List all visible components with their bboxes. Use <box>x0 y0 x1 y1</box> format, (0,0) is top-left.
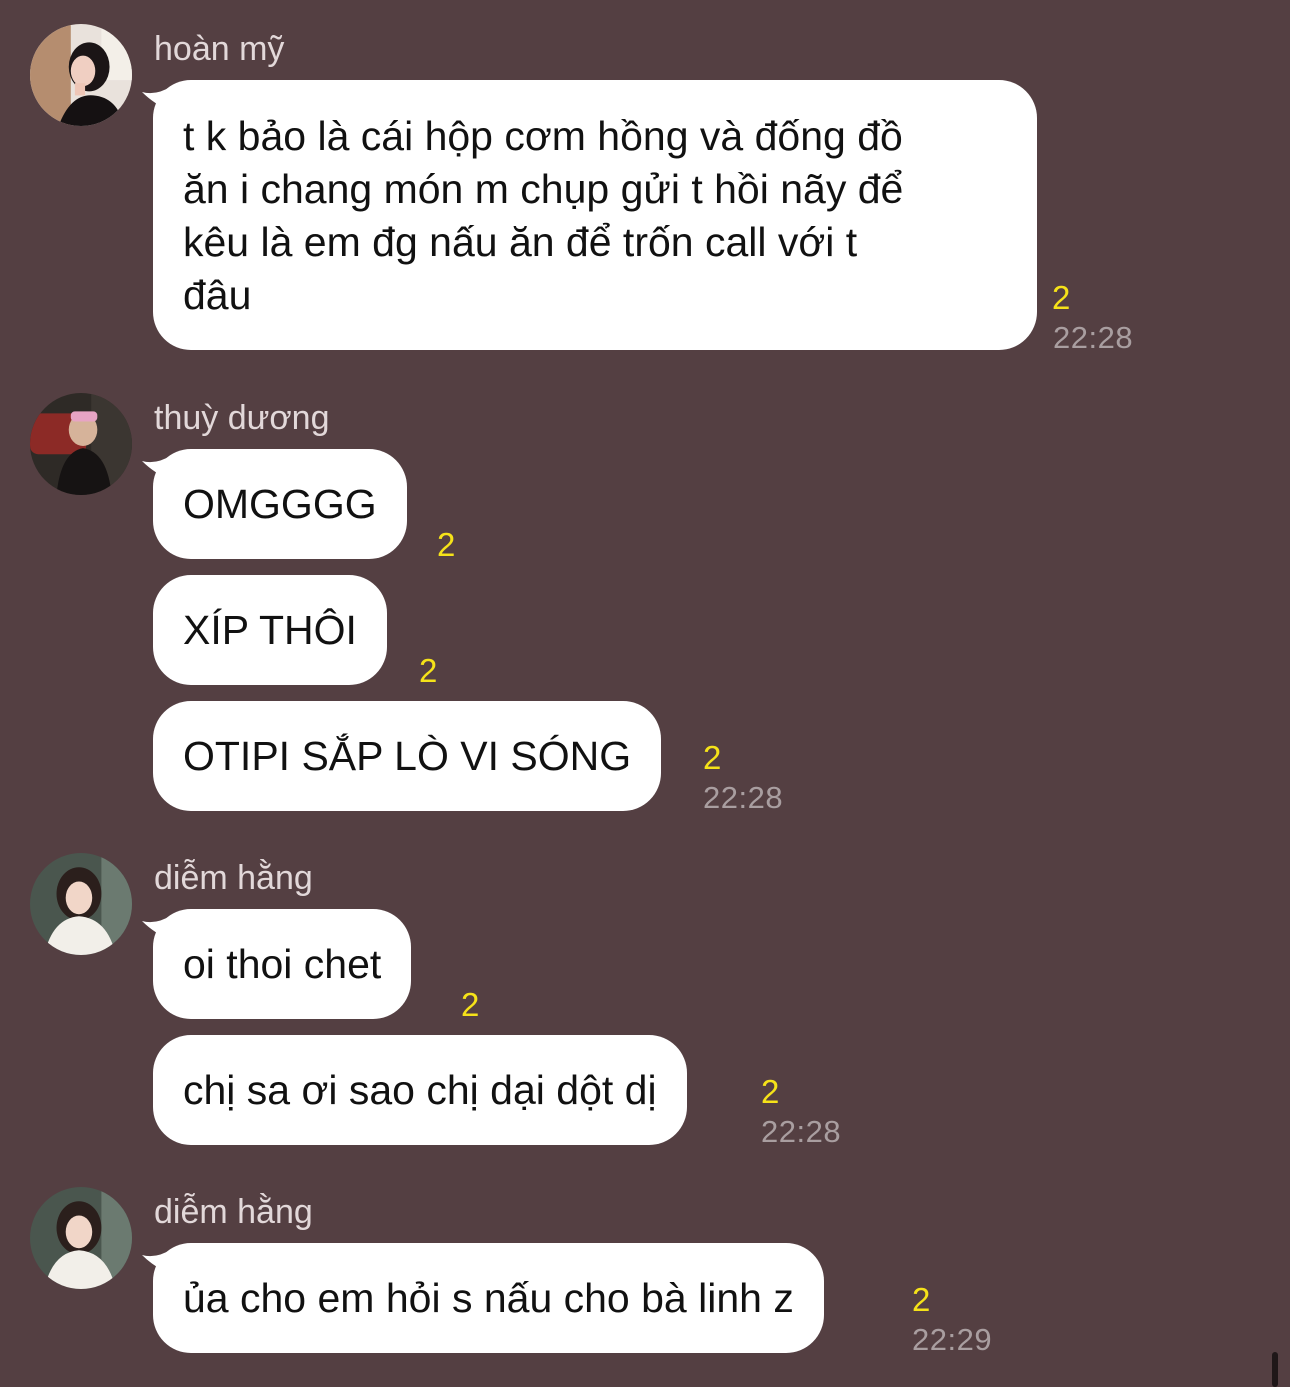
message-text: oi thoi chet <box>183 940 382 987</box>
avatar-photo-icon <box>30 393 132 495</box>
message-bubble[interactable]: oi thoi chet <box>142 909 412 1019</box>
sender-name: diễm hằng <box>154 859 313 897</box>
message-time: 22:28 <box>761 1114 842 1149</box>
avatar-diem-hang[interactable] <box>30 853 132 955</box>
avatar-diem-hang[interactable] <box>30 1187 132 1289</box>
unread-count: 2 <box>437 526 456 563</box>
message-line: ăn i chang món m chụp gửi t hồi nãy để <box>183 166 904 212</box>
bubble-tail <box>142 455 172 481</box>
avatar-photo-icon <box>30 853 132 955</box>
message-line: đâu <box>183 272 252 318</box>
unread-count: 2 <box>703 739 722 776</box>
message-bubble[interactable]: chị sa ơi sao chị dại dột dị <box>153 1035 687 1145</box>
message-bubble[interactable]: XÍP THÔI <box>153 575 387 685</box>
message-line: kêu là em đg nấu ăn để trốn call với t <box>183 219 858 265</box>
message-text: XÍP THÔI <box>183 606 357 653</box>
message-bubble[interactable]: ủa cho em hỏi s nấu cho bà linh z <box>142 1243 824 1353</box>
bubble-tail <box>142 915 172 941</box>
avatar-thuy-duong[interactable] <box>30 393 132 495</box>
bubble-tail <box>142 1249 172 1275</box>
unread-count: 2 <box>912 1281 931 1318</box>
message-time: 22:29 <box>912 1322 993 1357</box>
message-bubble[interactable]: t k bảo là cái hộp cơm hồng và đống đồ ă… <box>142 80 1037 350</box>
sender-name: hoàn mỹ <box>154 30 285 68</box>
scrollbar[interactable] <box>1272 1352 1278 1387</box>
message-bubble[interactable]: OMGGGG <box>142 449 407 559</box>
unread-count: 2 <box>419 652 438 689</box>
message-bubble[interactable]: OTIPI SẮP LÒ VI SÓNG <box>153 701 662 811</box>
unread-count: 2 <box>1052 279 1071 316</box>
message-time: 22:28 <box>703 780 784 815</box>
bubble-tail <box>142 86 172 112</box>
avatar-hoan-my[interactable] <box>30 24 132 126</box>
sender-name: thuỳ dương <box>154 399 330 437</box>
message-text: chị sa ơi sao chị dại dột dị <box>183 1066 657 1113</box>
avatar-photo-icon <box>30 24 132 126</box>
unread-count: 2 <box>461 986 480 1023</box>
message-text: ủa cho em hỏi s nấu cho bà linh z <box>183 1274 794 1321</box>
sender-name: diễm hằng <box>154 1193 313 1231</box>
message-text: OMGGGG <box>183 480 377 527</box>
unread-count: 2 <box>761 1073 780 1110</box>
message-time: 22:28 <box>1053 320 1134 355</box>
avatar-photo-icon <box>30 1187 132 1289</box>
message-text: OTIPI SẮP LÒ VI SÓNG <box>183 732 632 779</box>
message-line: t k bảo là cái hộp cơm hồng và đống đồ <box>183 113 903 159</box>
